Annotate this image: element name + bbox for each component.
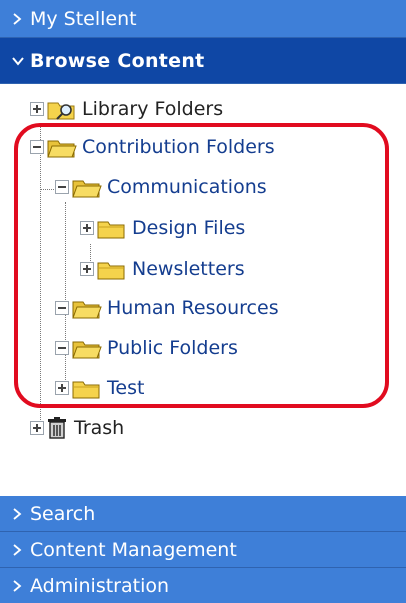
header-label: Search <box>30 502 96 525</box>
expand-icon[interactable] <box>30 421 44 435</box>
collapse-icon[interactable] <box>55 180 69 194</box>
expand-icon[interactable] <box>80 262 94 276</box>
tree-item-contribution-folders[interactable]: Contribution Folders <box>30 132 275 162</box>
chevron-right-icon <box>12 12 30 25</box>
library-folder-icon <box>46 97 78 121</box>
collapse-icon[interactable] <box>30 140 44 154</box>
tree-item-label: Human Resources <box>107 297 279 319</box>
chevron-right-icon <box>12 579 30 592</box>
tree-item-communications[interactable]: Communications <box>55 172 267 202</box>
chevron-down-icon <box>12 56 30 66</box>
tree-line <box>40 126 41 426</box>
tree-item-label: Design Files <box>132 217 246 239</box>
folder-open-icon <box>46 135 78 159</box>
header-content-management[interactable]: Content Management <box>0 532 406 568</box>
header-label: My Stellent <box>30 7 137 30</box>
folder-open-icon <box>71 336 103 360</box>
tree-item-label: Trash <box>74 417 125 439</box>
tree-item-test[interactable]: Test <box>55 373 144 403</box>
sidebar-panel: My Stellent Browse Content Library Folde… <box>0 0 406 603</box>
folder-open-icon <box>71 296 103 320</box>
folder-icon <box>96 257 128 281</box>
header-administration[interactable]: Administration <box>0 568 406 603</box>
tree-item-newsletters[interactable]: Newsletters <box>80 254 245 284</box>
tree-item-label: Test <box>107 377 145 399</box>
expand-icon[interactable] <box>30 102 44 116</box>
trash-icon <box>46 416 70 440</box>
tree-item-human-resources[interactable]: Human Resources <box>55 293 279 323</box>
folder-icon <box>71 376 103 400</box>
expand-icon[interactable] <box>55 381 69 395</box>
folder-icon <box>96 216 128 240</box>
folder-open-icon <box>71 175 103 199</box>
tree-item-label: Library Folders <box>82 98 224 120</box>
tree-item-label: Public Folders <box>107 337 238 359</box>
tree-item-design-files[interactable]: Design Files <box>80 213 245 243</box>
tree-item-trash[interactable]: Trash <box>30 413 124 443</box>
expand-icon[interactable] <box>80 221 94 235</box>
header-search[interactable]: Search <box>0 496 406 532</box>
header-label: Content Management <box>30 538 237 561</box>
tree-item-label: Communications <box>107 176 267 198</box>
header-browse-content[interactable]: Browse Content <box>0 38 406 84</box>
collapse-icon[interactable] <box>55 301 69 315</box>
tree-item-library-folders[interactable]: Library Folders <box>30 94 223 124</box>
header-label: Browse Content <box>30 49 205 72</box>
header-label: Administration <box>30 574 170 597</box>
chevron-right-icon <box>12 543 30 556</box>
tree-item-label: Newsletters <box>132 258 245 280</box>
tree-item-public-folders[interactable]: Public Folders <box>55 333 238 363</box>
chevron-right-icon <box>12 507 30 520</box>
header-my-stellent[interactable]: My Stellent <box>0 0 406 38</box>
collapse-icon[interactable] <box>55 341 69 355</box>
tree-item-label: Contribution Folders <box>82 136 275 158</box>
